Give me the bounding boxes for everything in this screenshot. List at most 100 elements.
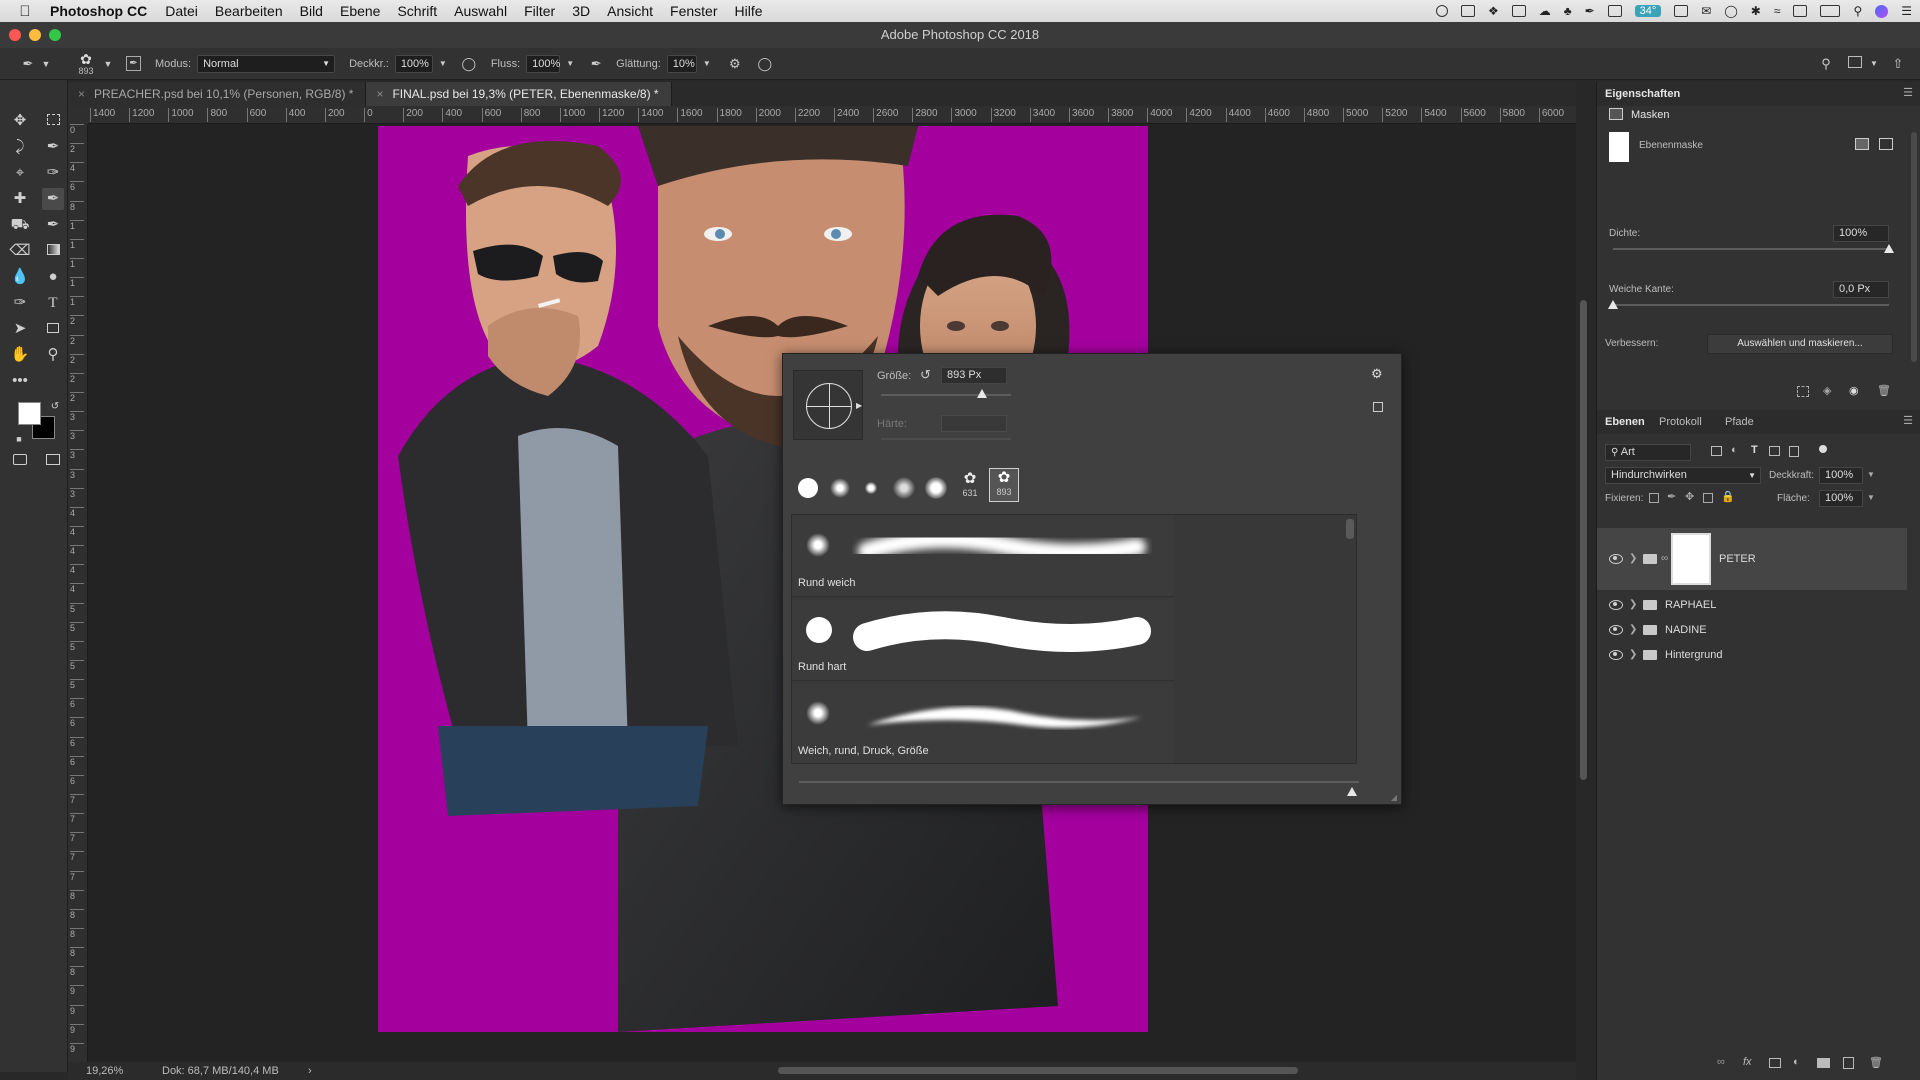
resize-grip-icon[interactable]: ◢ [1391,793,1397,802]
brush-preset-picker[interactable]: ✿ 893 [72,52,100,76]
vertical-ruler[interactable]: 0 2 4 6 8 1 1 1 1 1 2 2 2 2 2 3 3 3 3 3 4 4 4 4 4 5 5 5 5 5 6 6 6 6 6 7 7 7 7 7… [68,124,88,1062]
minimize-window-button[interactable] [29,29,41,41]
airplay-icon[interactable] [1793,5,1808,17]
chevron-down-icon[interactable]: ▼ [1867,493,1875,502]
quick-mask-icon[interactable] [9,450,31,472]
recent-brush-soft-round-3[interactable] [925,477,947,499]
default-colors-icon[interactable]: ■ [8,428,30,450]
menu-3d[interactable]: 3D [572,3,590,19]
menu-auswahl[interactable]: Auswahl [454,3,507,19]
select-and-mask-button[interactable]: Auswählen und maskieren... [1707,334,1893,354]
vertical-scrollbar[interactable] [1580,300,1587,780]
record-icon[interactable] [1435,5,1448,17]
layer-opacity-field[interactable]: 100% [1819,467,1863,484]
lock-artboard-icon[interactable] [1703,493,1713,503]
opacity-field[interactable]: 100% [394,54,433,73]
apple-icon[interactable]:  [0,3,50,20]
blend-mode-select[interactable]: Hindurchwirken ▼ [1605,467,1761,484]
new-layer-icon[interactable] [1843,1057,1854,1069]
workspace-dropdown-icon[interactable]: ▼ [1866,56,1882,72]
path-selection-tool-icon[interactable]: ➤ [9,318,31,340]
brush-item-weich-rund-druck[interactable]: Weich, rund, Druck, Größe [792,683,1174,763]
layer-raphael[interactable]: ❯ RAPHAEL [1597,592,1907,618]
move-tool-icon[interactable]: ✥ [9,110,31,132]
monitor-icon[interactable] [1460,5,1475,17]
panel-menu-icon[interactable]: ☰ [1903,86,1913,99]
density-field[interactable]: 100% [1833,225,1889,242]
menu-bearbeiten[interactable]: Bearbeiten [215,3,283,19]
filter-smart-object-icon[interactable] [1789,446,1799,457]
close-window-button[interactable] [9,29,21,41]
filter-adjustment-icon[interactable]: ◐ [1731,444,1738,456]
opacity-dropdown-icon[interactable]: ▼ [435,56,451,72]
notification-center-icon[interactable]: ☰ [1901,4,1912,18]
hand-tool-icon[interactable]: ✋ [9,344,31,366]
visibility-icon[interactable]: ◉ [1849,384,1859,397]
layer-peter[interactable]: ❯ ∞ PETER [1597,528,1907,590]
apply-mask-icon[interactable]: ◈ [1823,384,1831,397]
pen-tool-icon[interactable]: ✑ [9,292,31,314]
menu-schrift[interactable]: Schrift [397,3,437,19]
tab-preacher[interactable]: × PREACHER.psd bei 10,1% (Personen, RGB/… [68,82,367,106]
trash-icon[interactable]: 🗑 [1877,384,1891,397]
visibility-eye-icon[interactable] [1609,600,1623,610]
hardness-slider-track[interactable] [881,438,1011,440]
tab-pfade[interactable]: Pfade [1725,416,1754,428]
lock-position-icon[interactable]: ✥ [1685,490,1694,503]
filter-shape-icon[interactable] [1769,446,1780,456]
filter-toggle-icon[interactable] [1819,445,1827,453]
rectangle-tool-icon[interactable] [42,318,64,340]
brush-item-rund-hart[interactable]: Rund hart [792,599,1174,681]
panel-menu-icon[interactable]: ☰ [1903,414,1913,427]
flow-dropdown-icon[interactable]: ▼ [562,56,578,72]
eraser-tool-icon[interactable]: ⌫ [9,240,31,262]
feather-slider-track[interactable] [1613,304,1889,306]
density-slider-track[interactable] [1613,248,1889,250]
feather-field[interactable]: 0,0 Px [1833,281,1889,298]
document-info[interactable]: Dok: 68,7 MB/140,4 MB [162,1062,279,1080]
pixel-mask-icon[interactable] [1855,138,1869,150]
brush-picker-dropdown-icon[interactable]: ▼ [100,56,116,72]
dropbox-icon[interactable]: ❖ [1488,4,1499,18]
tab-protokoll[interactable]: Protokoll [1659,416,1702,428]
blur-tool-icon[interactable]: 💧 [9,266,31,288]
visibility-eye-icon[interactable] [1609,625,1623,635]
properties-scrollbar[interactable] [1911,132,1917,362]
siri-icon[interactable] [1875,4,1889,18]
brush-list-scrollbar[interactable] [1346,519,1354,539]
chevron-right-icon[interactable]: › [308,1062,312,1080]
zoom-window-button[interactable] [49,29,61,41]
battery-icon[interactable] [1820,5,1841,17]
menu-hilfe[interactable]: Hilfe [735,3,763,19]
more-tools-icon[interactable]: ••• [9,370,31,392]
load-selection-icon[interactable] [1797,386,1809,397]
brush-settings-panel-icon[interactable]: ✒ [126,56,141,71]
recent-brush-custom-893[interactable]: ✿ 893 [989,468,1019,502]
size-slider-track[interactable] [881,394,1011,396]
mode-select[interactable]: Normal ▼ [197,54,336,73]
tab-ebenen[interactable]: Ebenen [1605,416,1645,428]
type-tool-icon[interactable]: T [42,292,64,314]
pen-icon[interactable]: ✒ [1585,4,1595,18]
link-layers-icon[interactable]: ∞ [1717,1056,1725,1068]
preview-size-slider-track[interactable] [799,781,1359,783]
recent-brush-soft-round[interactable] [830,478,850,498]
pressure-opacity-icon[interactable]: ◯ [461,56,477,72]
creative-cloud-icon[interactable]: ☁ [1539,4,1551,18]
brush-item-rund-weich[interactable]: Rund weich [792,515,1174,597]
app-icon[interactable] [1607,5,1622,17]
healing-brush-tool-icon[interactable]: ✚ [9,188,31,210]
display-icon[interactable] [1674,5,1689,17]
recent-brush-small-round[interactable] [865,482,877,494]
adjustment-layer-icon[interactable]: ◐ [1793,1056,1800,1068]
chevron-down-icon[interactable]: ▼ [1867,470,1875,479]
new-preset-icon[interactable] [1373,402,1383,412]
tool-preset-dropdown-icon[interactable]: ▼ [38,56,54,72]
share-icon[interactable]: ⇧ [1890,56,1906,72]
layer-nadine[interactable]: ❯ NADINE [1597,617,1907,643]
expand-caret-icon[interactable]: ❯ [1629,592,1637,618]
visibility-eye-icon[interactable] [1609,650,1623,660]
evernote-icon[interactable]: ♣ [1564,4,1572,18]
fx-icon[interactable]: fx [1743,1056,1752,1068]
tab-final[interactable]: × FINAL.psd bei 19,3% (PETER, Ebenenmask… [366,82,672,106]
